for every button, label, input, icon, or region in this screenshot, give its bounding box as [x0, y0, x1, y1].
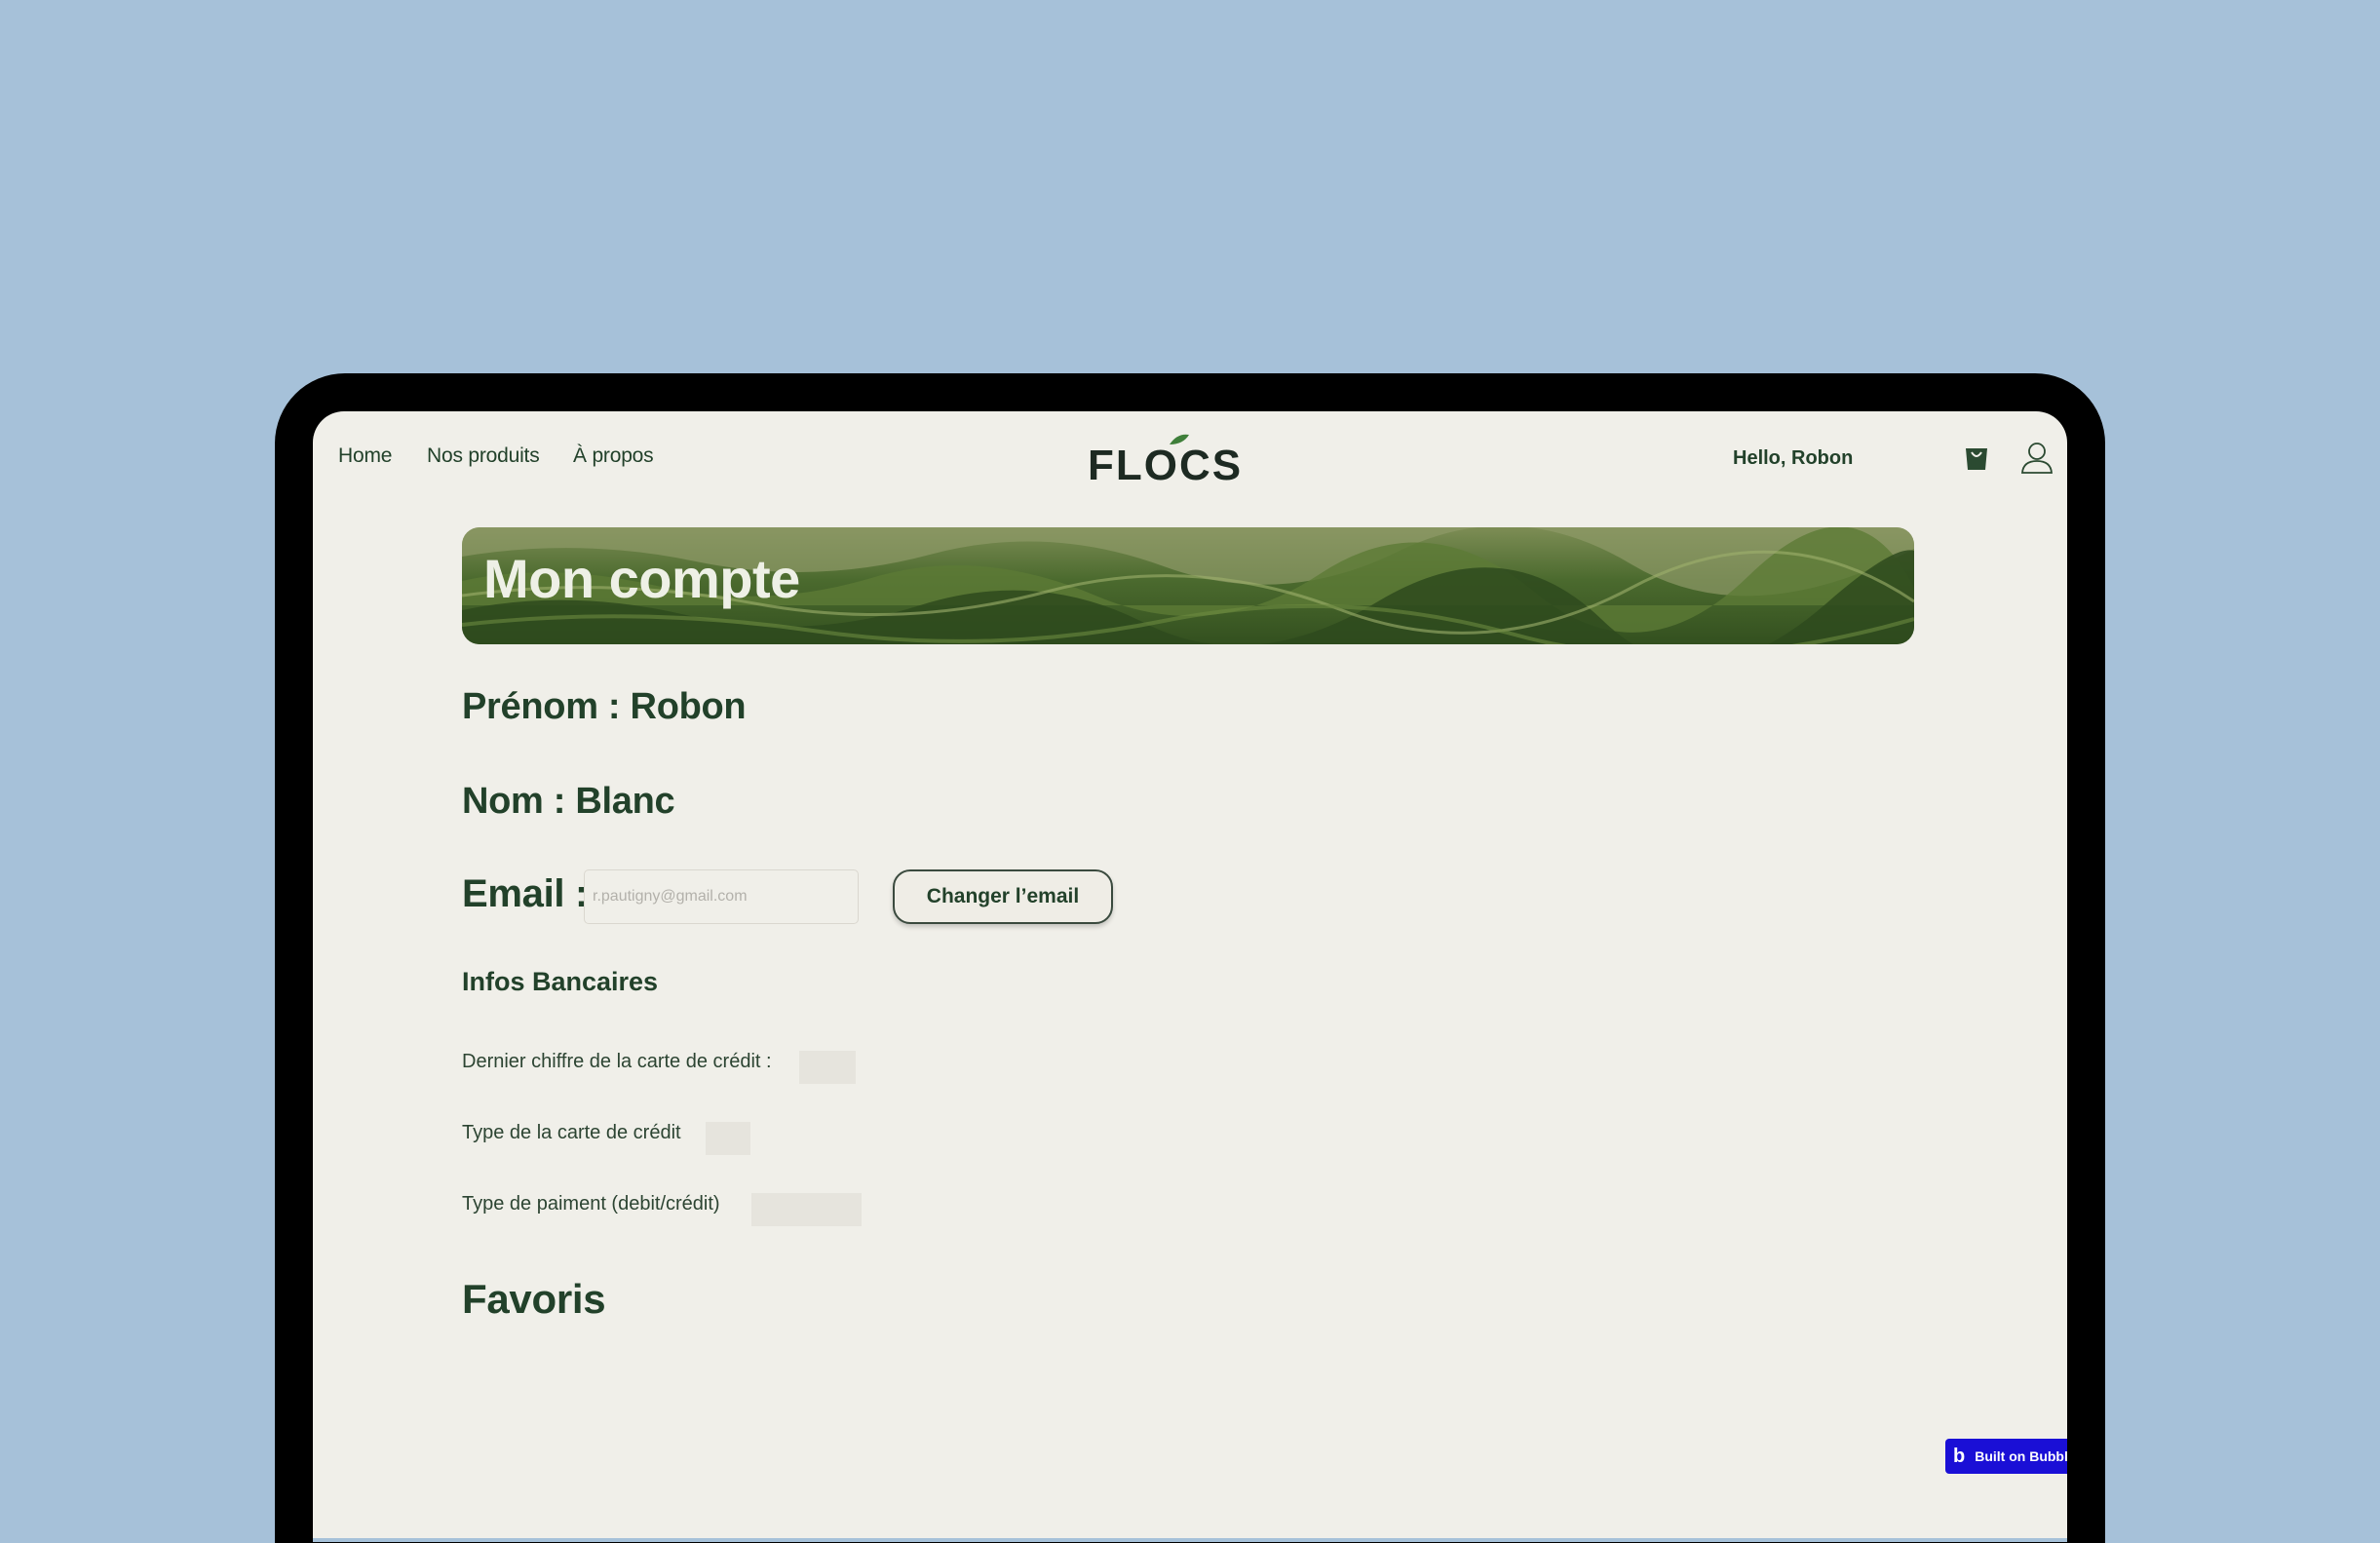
flocs-logo[interactable]: FLOCS — [1088, 431, 1244, 489]
bubble-logo-icon: b — [1953, 1445, 1966, 1467]
built-on-bubble-badge[interactable]: b Built on Bubble — [1945, 1439, 2067, 1474]
user-account-icon[interactable] — [2020, 441, 2054, 474]
page-banner: Mon compte — [462, 527, 1914, 644]
page-title: Mon compte — [483, 548, 800, 609]
screen-bottom-edge — [313, 1538, 2067, 1542]
logo-text: FLOCS — [1088, 442, 1243, 489]
card-last-digit-value — [799, 1051, 856, 1084]
change-email-button[interactable]: Changer l’email — [893, 869, 1113, 924]
card-last-digit-label: Dernier chiffre de la carte de crédit : — [462, 1051, 772, 1072]
nav-link-about[interactable]: À propos — [573, 444, 654, 468]
first-name-text: Prénom : Robon — [462, 686, 747, 727]
device-frame: Home Nos produits À propos FLOCS Hello, … — [275, 373, 2105, 1543]
user-greeting: Hello, Robon — [1733, 447, 1854, 469]
nav-link-products[interactable]: Nos produits — [427, 444, 540, 468]
payment-type-label: Type de paiment (debit/crédit) — [462, 1193, 720, 1215]
nav-link-home[interactable]: Home — [338, 444, 392, 468]
card-type-label: Type de la carte de crédit — [462, 1122, 681, 1143]
badge-label: Built on Bubble — [1975, 1448, 2067, 1464]
app-screen: Home Nos produits À propos FLOCS Hello, … — [313, 411, 2067, 1542]
email-label: Email : — [462, 872, 589, 915]
email-input[interactable] — [584, 869, 859, 924]
shopping-bag-icon[interactable] — [1962, 443, 1991, 472]
top-navigation: Home Nos produits À propos FLOCS Hello, … — [313, 411, 2067, 509]
card-type-value — [706, 1122, 750, 1155]
last-name-text: Nom : Blanc — [462, 781, 675, 822]
payment-type-value — [751, 1193, 862, 1226]
favorites-heading: Favoris — [462, 1276, 606, 1322]
banking-info-heading: Infos Bancaires — [462, 967, 659, 996]
